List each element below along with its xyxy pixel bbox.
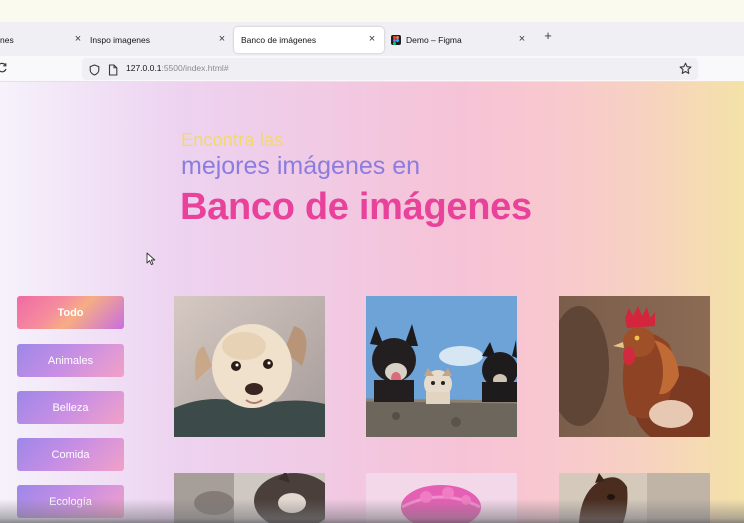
tab-label: Inspo imagenes bbox=[90, 35, 151, 45]
tab-label: Banco de imágenes bbox=[241, 35, 317, 45]
window-top-strip bbox=[0, 0, 744, 22]
filter-button-belleza[interactable]: Belleza bbox=[17, 391, 124, 424]
tab-demo-figma[interactable]: Demo – Figma × bbox=[386, 27, 534, 53]
puppy-photo[interactable] bbox=[174, 296, 325, 437]
close-icon[interactable]: × bbox=[216, 33, 228, 45]
pink-shower-cap-photo[interactable] bbox=[366, 473, 517, 523]
navigation-bar: 127.0.0.1:5500/index.html# bbox=[0, 56, 744, 82]
filter-button-todo[interactable]: Todo bbox=[17, 296, 124, 329]
url-host: 127.0.0.1 bbox=[126, 63, 162, 73]
tab-bar: nes × Inspo imagenes × Banco de imágenes… bbox=[0, 22, 744, 56]
shield-icon[interactable] bbox=[89, 63, 100, 81]
cat-photo[interactable] bbox=[174, 473, 325, 523]
mouse-cursor-icon bbox=[146, 252, 156, 271]
tab-banco-de-imagenes[interactable]: Banco de imágenes × bbox=[234, 27, 384, 53]
tab-previous[interactable]: nes × bbox=[0, 27, 90, 53]
horse-photo[interactable] bbox=[559, 473, 710, 523]
tab-inspo-imagenes[interactable]: Inspo imagenes × bbox=[84, 27, 234, 53]
filter-button-comida[interactable]: Comida bbox=[17, 438, 124, 471]
page-title: Banco de imágenes bbox=[180, 186, 532, 228]
hero-kicker: Encontra las bbox=[181, 130, 284, 150]
close-icon[interactable]: × bbox=[516, 33, 528, 45]
dogs-on-wall-photo[interactable] bbox=[366, 296, 517, 437]
url-text: 127.0.0.1:5500/index.html# bbox=[126, 63, 229, 73]
close-icon[interactable]: × bbox=[366, 33, 378, 45]
plus-icon[interactable]: + bbox=[541, 29, 555, 43]
hero-subtitle: mejores imágenes en bbox=[181, 152, 421, 180]
page-viewport: Encontra las mejores imágenes en Banco d… bbox=[0, 82, 744, 523]
tab-label: nes bbox=[0, 35, 14, 45]
tab-label: Demo – Figma bbox=[406, 35, 462, 45]
close-icon[interactable]: × bbox=[72, 33, 84, 45]
filter-button-animales[interactable]: Animales bbox=[17, 344, 124, 377]
url-bar[interactable]: 127.0.0.1:5500/index.html# bbox=[82, 58, 698, 80]
rooster-photo[interactable] bbox=[559, 296, 710, 437]
page-icon[interactable] bbox=[108, 63, 118, 81]
figma-icon bbox=[391, 35, 401, 45]
url-path: :5500/index.html# bbox=[161, 63, 229, 73]
bookmark-star-icon[interactable] bbox=[679, 62, 692, 80]
reload-icon[interactable] bbox=[0, 62, 8, 77]
filter-button-ecologia[interactable]: Ecología bbox=[17, 485, 124, 518]
